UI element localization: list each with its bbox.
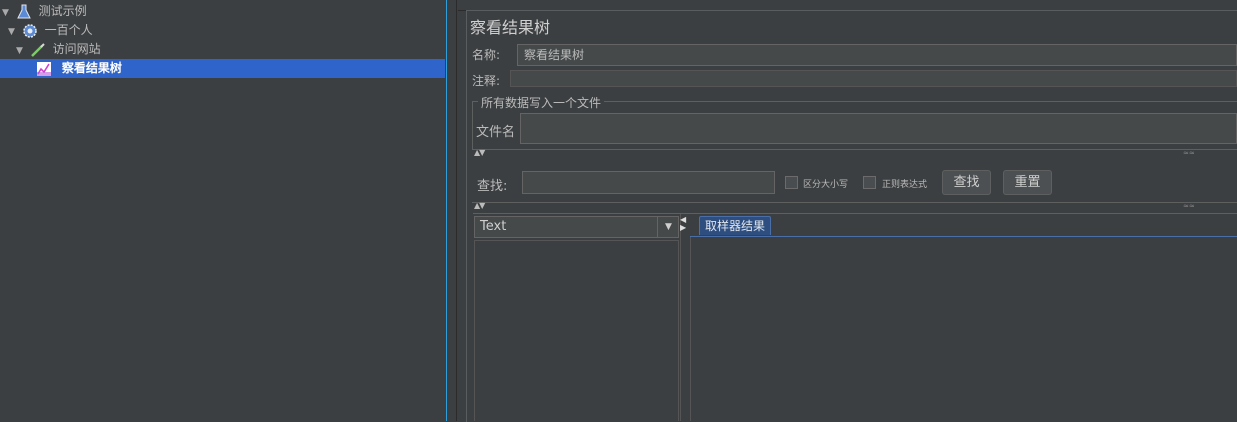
regex-label: 正则表达式 [882,180,928,190]
find-button[interactable]: 查找 [942,170,991,195]
flask-icon [17,4,31,18]
pipette-icon [30,42,45,57]
test-plan-tree[interactable]: ▼ 测试示例 ▼ 一百个人 ▼ 访问网站 察看结果树 [0,0,447,421]
tree-node-label: 访问网站 [52,42,101,56]
result-detail-pane [690,237,1237,421]
search-label: 查找: [477,179,508,194]
renderer-select[interactable]: Text [474,216,679,238]
chevron-down-icon[interactable]: ▼ [657,217,679,237]
filename-field[interactable] [520,113,1237,144]
collapse-arrows-icon[interactable]: ▲▼ [474,148,485,157]
case-sensitive-checkbox[interactable] [785,176,798,189]
renderer-value: Text [480,219,507,234]
name-label: 名称: [472,48,501,62]
split-arrows-icon[interactable]: ◀ ▶ [680,216,686,232]
split-pane-divider[interactable] [447,0,457,421]
case-sensitive-label: 区分大小写 [803,180,849,190]
expand-arrow-icon[interactable]: ▼ [16,42,26,61]
page-title: 察看结果树 [470,18,551,37]
tree-node-test-plan[interactable]: ▼ 测试示例 [2,2,87,21]
collapse-arrows-icon[interactable]: ▲▼ [474,201,485,210]
tree-node-label: 测试示例 [38,4,87,18]
tree-node-http-request[interactable]: ▼ 访问网站 [16,40,101,59]
chart-icon [37,61,51,76]
comment-field[interactable] [510,70,1237,87]
search-input[interactable] [522,171,775,194]
collapse-splitter[interactable] [472,202,1237,213]
tree-node-view-results-tree[interactable]: 察看结果树 [36,59,125,78]
results-list[interactable] [474,240,679,421]
regex-checkbox[interactable] [863,176,876,189]
tab-sampler-result[interactable]: 取样器结果 [699,216,772,235]
grip-icon: ≈≈ [1183,149,1195,157]
grip-icon: ≈≈ [1183,202,1195,210]
tree-node-label: 一百个人 [44,23,93,37]
gear-icon [23,23,37,38]
filename-label: 文件名 [476,125,516,140]
comment-label: 注释: [472,74,501,88]
group-title: 所有数据写入一个文件 [478,94,605,111]
results-split-divider[interactable] [680,214,689,421]
tree-node-thread-group[interactable]: ▼ 一百个人 [8,21,93,40]
name-field[interactable]: 察看结果树 [517,44,1237,66]
tree-node-label: 察看结果树 [58,61,125,75]
reset-button[interactable]: 重置 [1003,170,1052,195]
collapse-splitter[interactable] [472,149,1237,160]
